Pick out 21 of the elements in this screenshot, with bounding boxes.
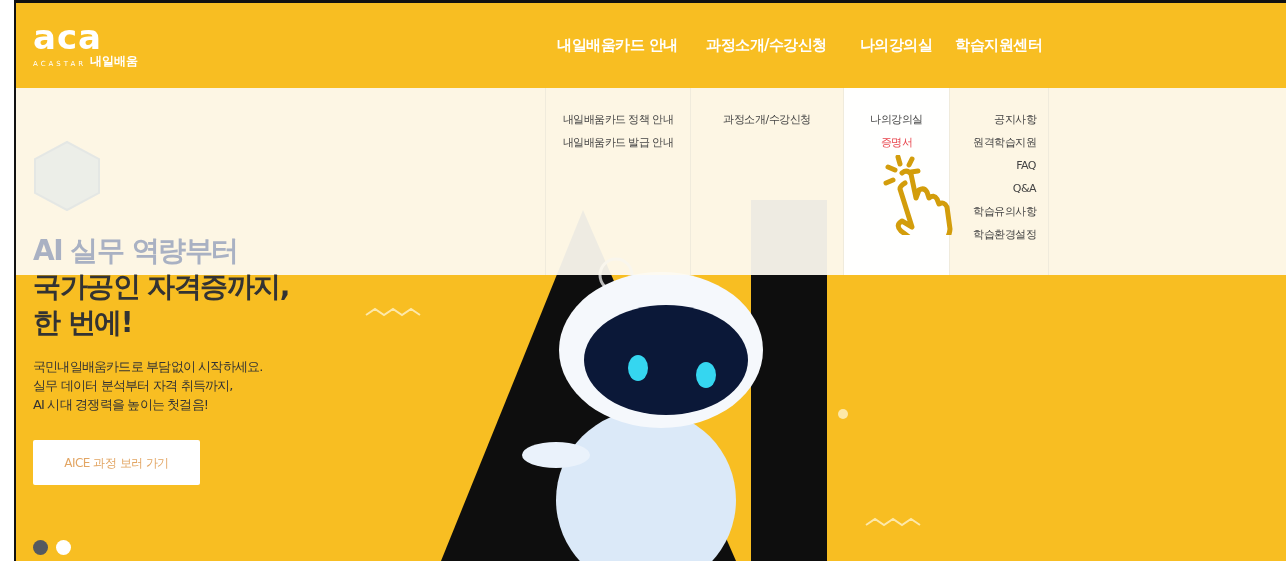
submenu-link[interactable]: 증명서 [880,135,913,151]
submenu-link[interactable]: 공지사항 [994,112,1036,128]
headline: AI 실무 역량부터 [33,233,238,269]
carousel-dot[interactable] [33,540,48,555]
submenu-link[interactable]: 내일배움카드 정책 안내 [562,112,674,128]
carousel-dot[interactable] [56,540,71,555]
submenu-link[interactable]: 원격학습지원 [973,135,1036,151]
submenu-link[interactable]: FAQ [1016,158,1036,174]
description-line: 국민내일배움카드로 부담없이 시작하세요. [33,358,264,376]
description-line: AI 시대 경쟁력을 높이는 첫걸음! [33,396,210,414]
badge-icon [33,140,101,212]
submenu-link[interactable]: 학습환경설정 [973,227,1036,243]
submenu-link[interactable]: Q&A [1012,181,1036,197]
submenu-link[interactable]: 내일배움카드 발급 안내 [562,135,674,151]
submenu-link[interactable]: 나의강의실 [870,112,923,128]
headline: 국가공인 자격증까지, [33,269,289,305]
description-line: 실무 데이터 분석부터 자격 취득까지, [33,377,234,395]
submenu-link[interactable]: 과정소개/수강신청 [723,112,811,128]
submenu-link[interactable]: 학습유의사항 [973,204,1036,220]
pointing-hand-icon [882,155,954,235]
headline: 한 번에! [33,305,133,341]
